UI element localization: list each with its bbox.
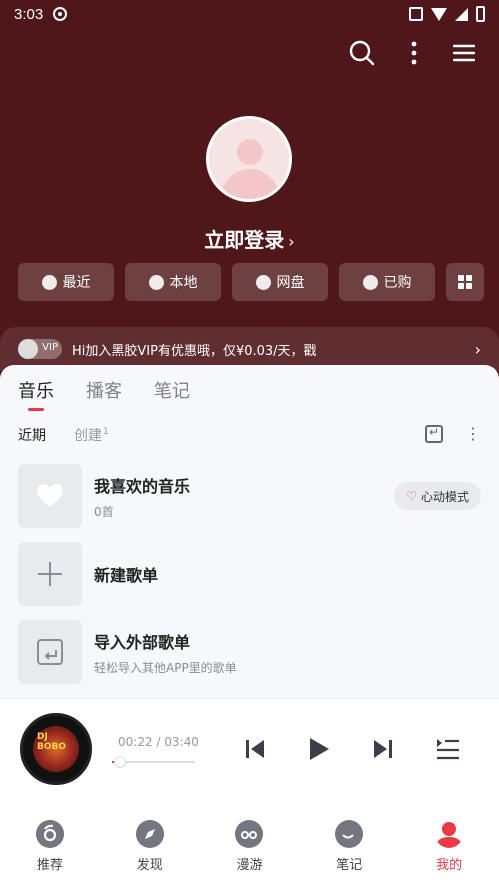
import-icon <box>37 639 63 665</box>
list-item[interactable]: 导入外部歌单 轻松导入其他APP里的歌单 <box>18 619 481 685</box>
nav-discover[interactable]: 发现 <box>100 806 200 888</box>
album-art: DJ BOBO <box>33 726 79 772</box>
nav-roam-label: 漫游 <box>236 858 263 873</box>
time-separator: / <box>156 735 161 749</box>
elapsed-time: 00:22 <box>118 735 153 749</box>
album-cover[interactable]: DJ BOBO <box>20 713 92 785</box>
tab-notes[interactable]: 笔记 <box>154 377 190 403</box>
nav-notes-label: 笔记 <box>336 858 363 873</box>
playlist-title: 导入外部歌单 <box>94 632 191 652</box>
nav-recommend-label: 推荐 <box>36 858 63 873</box>
recent-label: 最近 <box>62 275 91 291</box>
plus-icon <box>38 562 62 586</box>
list-item[interactable]: 新建歌单 <box>18 541 481 607</box>
progress-knob[interactable] <box>114 756 127 768</box>
progress-bar[interactable] <box>112 756 195 768</box>
heartbeat-mode-button[interactable]: ♡ 心动模式 <box>394 482 481 510</box>
vibrate-icon <box>409 7 423 21</box>
battery-icon <box>476 6 485 22</box>
avatar-body <box>221 169 279 199</box>
playlist-subtitle: 轻松导入其他APP里的歌单 <box>94 660 237 675</box>
purchased-button[interactable]: 已购 <box>339 263 435 301</box>
playlist-tools: ⋮ <box>425 425 481 443</box>
avatar-head <box>237 139 263 165</box>
library-sheet: 音乐 播客 笔记 近期 创建1 ⋮ 我喜欢的音乐 0首 ♡ 心动模式 <box>0 365 499 700</box>
more-vertical-icon[interactable]: ⋮ <box>465 426 481 442</box>
library-tabs: 音乐 播客 笔记 <box>18 377 190 411</box>
user-icon <box>436 822 463 848</box>
more-apps-button[interactable] <box>446 263 484 301</box>
cloud-label: 网盘 <box>276 275 305 291</box>
playlist-title: 新建歌单 <box>94 566 159 585</box>
player-controls <box>244 737 460 761</box>
nav-mine-label: 我的 <box>436 858 463 873</box>
recent-button[interactable]: 最近 <box>18 263 114 301</box>
clock-icon <box>41 274 57 290</box>
subtab-created-count: 1 <box>103 427 109 438</box>
netease-icon <box>35 820 64 848</box>
vip-badge-text: VIP <box>42 342 58 353</box>
status-icons <box>409 6 485 22</box>
nav-roam[interactable]: 漫游 <box>200 806 300 888</box>
status-bar: 3:03 <box>0 0 499 28</box>
compass-icon <box>135 820 164 848</box>
new-playlist-cover <box>18 542 82 606</box>
bag-icon <box>362 274 378 290</box>
playlist-count: 0首 <box>94 504 114 519</box>
next-icon[interactable] <box>372 738 394 760</box>
play-icon[interactable] <box>308 737 330 761</box>
import-playlist-cover <box>18 620 82 684</box>
subtab-created[interactable]: 创建1 <box>74 425 109 445</box>
nav-recommend[interactable]: 推荐 <box>0 806 100 888</box>
heartbeat-mode-label: 心动模式 <box>420 489 469 504</box>
heartbeat-icon: ♡ <box>406 489 417 503</box>
grid-icon <box>458 275 472 289</box>
purchased-label: 已购 <box>383 275 412 291</box>
cloud-button[interactable]: 网盘 <box>232 263 328 301</box>
status-time: 3:03 <box>14 5 44 23</box>
top-actions <box>349 40 475 66</box>
liked-songs-cover <box>18 464 82 528</box>
list-item[interactable]: 我喜欢的音乐 0首 ♡ 心动模式 <box>18 463 481 529</box>
local-label: 本地 <box>169 275 198 291</box>
vip-banner-text: Hi加入黑胶VIP有优惠哦，仅¥0.03/天，戳 <box>72 343 317 359</box>
note-icon <box>335 820 364 848</box>
nav-mine[interactable]: 我的 <box>399 806 499 888</box>
login-label: 立即登录 <box>204 228 285 252</box>
avatar[interactable] <box>206 116 292 202</box>
chevron-right-icon: › <box>288 232 295 251</box>
nav-notes[interactable]: 笔记 <box>299 806 399 888</box>
chevron-right-icon: › <box>474 339 481 359</box>
netease-notification-icon <box>53 7 68 21</box>
playlist-subtabs: 近期 创建1 <box>18 425 109 445</box>
wifi-icon <box>431 7 447 21</box>
quick-buttons: 最近 本地 网盘 已购 <box>18 263 484 301</box>
vip-badge: VIP <box>18 339 62 359</box>
infinity-icon <box>235 820 264 848</box>
playlist-queue-icon[interactable] <box>436 738 460 760</box>
playlist-title: 我喜欢的音乐 <box>94 476 191 496</box>
menu-icon[interactable] <box>453 43 475 63</box>
signal-icon <box>455 7 468 21</box>
download-icon <box>148 274 164 290</box>
login-link[interactable]: 立即登录 › <box>0 224 499 253</box>
tab-podcast[interactable]: 播客 <box>86 377 122 403</box>
vip-knob-icon <box>18 339 38 359</box>
heart-icon <box>37 484 63 507</box>
subtab-recent[interactable]: 近期 <box>18 425 46 445</box>
album-art-text: DJ BOBO <box>37 732 67 752</box>
previous-icon[interactable] <box>244 738 266 760</box>
bottom-nav: 推荐 发现 漫游 笔记 我的 <box>0 806 499 888</box>
tab-music[interactable]: 音乐 <box>18 377 54 411</box>
more-vertical-icon[interactable] <box>411 41 417 65</box>
duration-time: 03:40 <box>164 735 199 749</box>
playback-time: 00:22 / 03:40 <box>118 735 199 749</box>
nav-discover-label: 发现 <box>136 858 163 873</box>
cloud-upload-icon <box>255 274 271 290</box>
mini-player: DJ BOBO 00:22 / 03:40 <box>0 698 499 806</box>
local-button[interactable]: 本地 <box>125 263 221 301</box>
subtab-created-label: 创建 <box>74 428 102 444</box>
search-icon[interactable] <box>349 40 375 66</box>
import-icon[interactable] <box>425 425 443 443</box>
